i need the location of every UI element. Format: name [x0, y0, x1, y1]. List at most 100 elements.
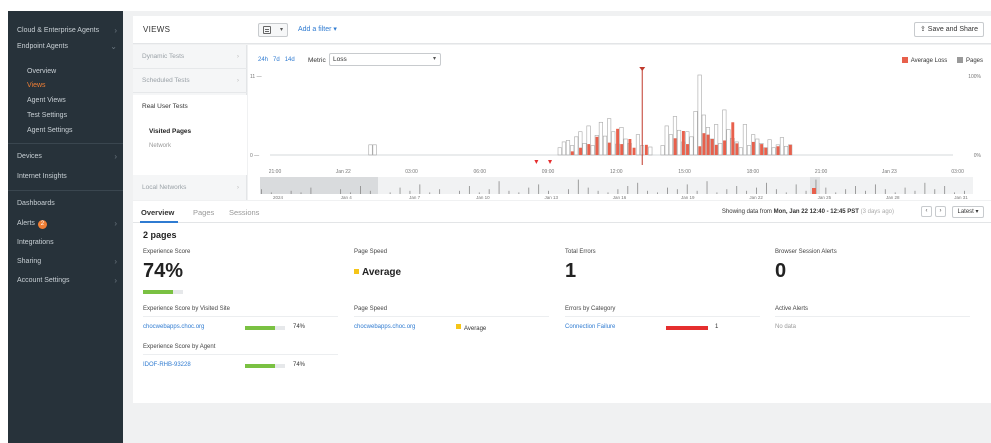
timeline-bar: [805, 190, 807, 194]
pages-bar: [742, 124, 747, 156]
browser-alerts-value: 0: [775, 260, 787, 282]
y-left-tick-label: 11 —: [250, 74, 262, 80]
score-by-agent-label: Experience Score by Agent: [143, 344, 216, 350]
loss-bar: [706, 134, 710, 155]
chart-area: 24h 7d 14d Metric Loss ▾ Average Loss Pages…: [248, 45, 991, 200]
list-view-icon: [263, 26, 271, 34]
sidebar-item-agent-views[interactable]: Agent Views: [8, 93, 123, 109]
chevron-down-icon: ▾: [279, 27, 283, 33]
nav-network[interactable]: Network: [149, 143, 171, 149]
x-tick-label: 21:00: [815, 169, 828, 175]
sidebar-item-integrations[interactable]: Integrations: [8, 235, 123, 251]
nav-local-networks[interactable]: Local Networks ›: [133, 176, 247, 200]
timeline-bar: [528, 187, 530, 194]
main-panel: VIEWS ▾ Add a filter ▾ ⇪ Save and Share …: [133, 16, 991, 443]
pages-bar: [574, 136, 579, 156]
nav-real-user-tests-group: Real User Tests Visited Pages Network: [133, 95, 247, 175]
agent-score-bar-fill: [245, 364, 275, 368]
loss-bar: [686, 144, 689, 155]
tab-overview[interactable]: Overview: [141, 208, 174, 217]
pages-bar: [726, 129, 731, 156]
timeline-bar: [756, 187, 757, 194]
agent-link[interactable]: IDOF-RHB-93228: [143, 362, 191, 368]
sidebar-divider: [8, 143, 123, 144]
pages-bar: [689, 136, 694, 156]
timeline-bar: [934, 189, 936, 194]
nav-real-user-tests[interactable]: Real User Tests: [142, 103, 188, 110]
timeline-bar: [746, 190, 748, 194]
x-tick-label: 21:00: [269, 169, 282, 175]
save-and-share-button[interactable]: ⇪ Save and Share: [914, 22, 984, 37]
pages-bar: [718, 143, 723, 156]
tab-sessions[interactable]: Sessions: [229, 208, 259, 217]
nav-scheduled-tests[interactable]: Scheduled Tests ›: [133, 69, 247, 93]
loss-bar: [620, 144, 624, 155]
nav-dynamic-tests[interactable]: Dynamic Tests ›: [133, 45, 247, 69]
sidebar-item-endpoint-agents[interactable]: Endpoint Agents ⌄: [8, 39, 123, 55]
loss-chart[interactable]: 11 — 0 — 100% 0% 21:00 Jan 22 03:00 06:00 09:00 1…: [248, 45, 991, 200]
timeline-bar: [657, 192, 658, 194]
overview-panel: 2 pages Experience Score 74% Page Speed …: [133, 223, 991, 403]
view-type-selector[interactable]: ▾: [258, 23, 288, 37]
timeline-bar: [667, 187, 668, 194]
sidebar-item-alerts[interactable]: Alerts 2 ›: [8, 216, 123, 232]
next-button[interactable]: ›: [935, 206, 946, 217]
nav-label: Local Networks: [142, 184, 187, 191]
nav-visited-pages[interactable]: Visited Pages: [149, 128, 191, 135]
sidebar-item-label: Views: [27, 82, 46, 89]
timeline-bar: [468, 186, 470, 194]
x-tick-label: 09:00: [542, 169, 555, 175]
timeline-bar: [637, 182, 639, 194]
divider: [775, 316, 970, 317]
latest-button[interactable]: Latest ▾: [952, 206, 984, 218]
add-filter-link[interactable]: Add a filter ▾: [298, 25, 337, 33]
timeline-tick-label: Jan 16: [613, 195, 627, 200]
timeline-bar: [914, 190, 916, 194]
pages-bar: [779, 137, 785, 156]
error-category-count: 1: [715, 324, 719, 330]
save-and-share-label: Save and Share: [927, 26, 978, 33]
timeline-bar: [399, 187, 401, 194]
sidebar-item-internet-insights[interactable]: Internet Insights: [8, 169, 123, 185]
error-category-bar: [666, 326, 708, 330]
timeline-bar: [300, 192, 302, 194]
timeline-bar: [429, 192, 431, 194]
site-score-value: 74%: [293, 324, 306, 330]
agent-score-bar: [245, 364, 285, 368]
sidebar-item-devices[interactable]: Devices ›: [8, 149, 123, 165]
sidebar-item-dashboards[interactable]: Dashboards: [8, 196, 123, 212]
sidebar-item-test-settings[interactable]: Test Settings: [8, 108, 123, 124]
x-tick-label: 18:00: [747, 169, 760, 175]
timeline-bar: [478, 192, 480, 194]
sidebar-item-account-settings[interactable]: Account Settings ›: [8, 273, 123, 289]
loss-bar: [710, 139, 714, 155]
sidebar-item-cloud-enterprise-agents[interactable]: Cloud & Enterprise Agents ›: [8, 23, 123, 39]
tab-pages[interactable]: Pages: [193, 208, 214, 217]
sidebar-item-views[interactable]: Views: [8, 78, 123, 94]
timeline-bar: [597, 190, 599, 194]
loss-bar: [723, 140, 727, 155]
timeline-bar: [894, 192, 896, 194]
x-tick-label: Jan 22: [336, 169, 351, 175]
divider: [143, 316, 338, 317]
loss-bar: [632, 147, 636, 155]
prev-button[interactable]: ‹: [921, 206, 932, 217]
experience-score-bar-fill: [143, 290, 173, 294]
site-link[interactable]: chocweb​apps.choc.org: [143, 324, 204, 330]
error-category-link[interactable]: Connection Failure: [565, 324, 615, 330]
sidebar-item-agent-settings[interactable]: Agent Settings: [8, 123, 123, 139]
sidebar-item-sharing[interactable]: Sharing ›: [8, 254, 123, 270]
pages-bar: [664, 125, 669, 156]
loss-bar: [698, 146, 702, 155]
browser-alerts-label: Browser Session Alerts: [775, 249, 837, 255]
showing-data-text: Showing data from Mon, Jan 22 12:40 - 12…: [722, 209, 894, 215]
pages-bar: [565, 140, 571, 156]
timeline-bar: [607, 192, 609, 194]
pages-bar: [784, 145, 789, 156]
nav-label: Dynamic Tests: [142, 53, 185, 60]
sidebar-divider: [8, 190, 123, 191]
sidebar: Cloud & Enterprise Agents › Endpoint Agen…: [8, 11, 123, 443]
site-speed-link[interactable]: chocweb​apps.choc.org: [354, 324, 415, 330]
no-data-text: No data: [775, 324, 797, 330]
timeline-bar: [360, 186, 361, 194]
